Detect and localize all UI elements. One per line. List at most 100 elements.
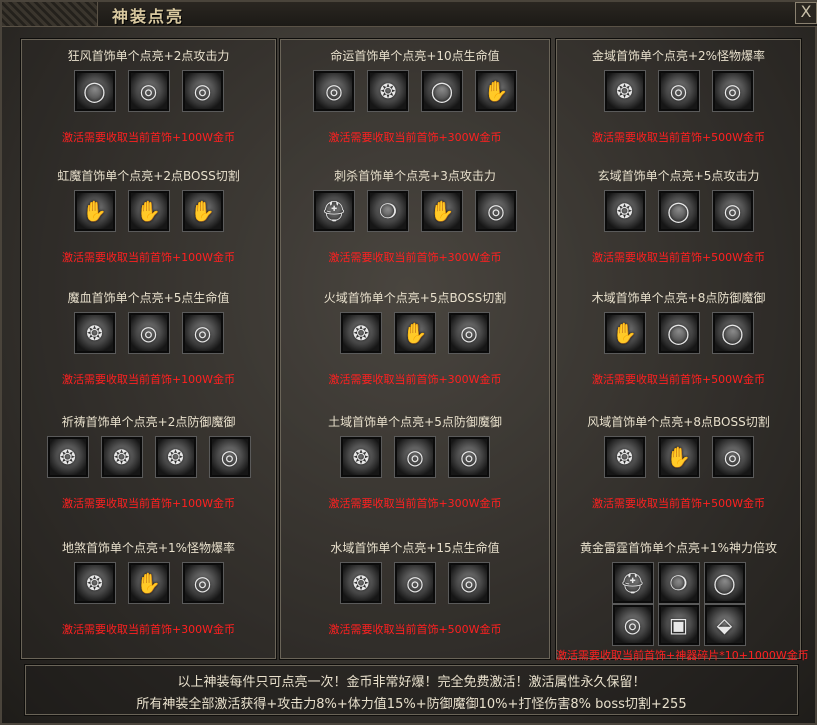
- activation-requirement: 激活需要收取当前首饰+500W金币: [591, 497, 766, 510]
- equipment-slot[interactable]: ❂: [341, 563, 381, 603]
- set-title: 水域首饰单个点亮+15点生命值: [330, 541, 500, 555]
- equipment-slot[interactable]: ◎: [712, 71, 753, 111]
- equipment-slot[interactable]: ❂: [604, 437, 645, 477]
- equipment-slot[interactable]: ⬙: [704, 605, 745, 645]
- equipment-slot[interactable]: ◎: [712, 191, 753, 231]
- icon-row: ❂ ✋ ◎: [556, 437, 801, 477]
- equipment-slot[interactable]: ❂: [604, 71, 645, 111]
- bracelet-icon: ◯: [667, 199, 690, 223]
- equipment-slot[interactable]: ◎: [712, 437, 753, 477]
- equipment-slot[interactable]: ◯: [74, 71, 115, 111]
- equipment-slot[interactable]: ◎: [395, 563, 435, 603]
- title-bar: 神装点亮 X: [2, 2, 817, 27]
- activation-requirement: 激活需要收取当前首饰+100W金币: [61, 497, 236, 510]
- icon-row: ❂ ✋ ◎: [280, 313, 550, 353]
- equipment-slot[interactable]: ◯: [658, 191, 699, 231]
- title-ornament: [2, 2, 98, 26]
- amulet-icon: ❂: [86, 321, 103, 345]
- icon-row: ❂ ✋ ◎: [21, 563, 276, 603]
- activation-requirement: 激活需要收取当前首饰+100W金币: [61, 131, 236, 144]
- activation-requirement: 激活需要收取当前首饰+300W金币: [328, 131, 502, 144]
- activation-requirement: 激活需要收取当前首饰+300W金币: [328, 497, 502, 510]
- equipment-slot[interactable]: ✋: [74, 191, 115, 231]
- equipment-slot[interactable]: ◎: [395, 437, 435, 477]
- equipment-slot[interactable]: ❂: [74, 563, 115, 603]
- equipment-slot[interactable]: ◯: [704, 563, 745, 603]
- equipment-slot[interactable]: ❍: [658, 563, 699, 603]
- equipment-slot[interactable]: ✋: [476, 71, 516, 111]
- footer-line-1: 以上神装每件只可点亮一次！金币非常好爆！完全免费激活！激活属性永久保留！: [177, 675, 646, 690]
- equipment-slot[interactable]: ✋: [182, 191, 223, 231]
- set-group: 祈祷首饰单个点亮+2点防御魔御 ❂ ❂ ❂ ◎ 激活需要收取当前首饰+100W金币: [21, 413, 276, 513]
- ring-icon: ◎: [139, 79, 158, 103]
- equipment-slot[interactable]: ◯: [658, 313, 699, 353]
- necklace-icon: ❍: [669, 571, 688, 595]
- activation-requirement: 激活需要收取当前首饰+300W金币: [61, 623, 236, 636]
- equipment-slot[interactable]: ✋: [128, 191, 169, 231]
- equipment-slot[interactable]: ◎: [128, 71, 169, 111]
- footer-panel: 以上神装每件只可点亮一次！金币非常好爆！完全免费激活！激活属性永久保留！ 所有神…: [24, 664, 799, 716]
- equipment-slot[interactable]: ⛑: [612, 563, 653, 603]
- ring-icon: ◎: [139, 321, 158, 345]
- ring-icon: ◎: [487, 199, 505, 223]
- equipment-slot[interactable]: ✋: [658, 437, 699, 477]
- equipment-slot[interactable]: ◎: [314, 71, 354, 111]
- equipment-slot[interactable]: ▣: [658, 605, 699, 645]
- gauntlet-icon: ✋: [666, 445, 691, 469]
- equipment-slot[interactable]: ◯: [712, 313, 753, 353]
- close-button[interactable]: X: [795, 2, 817, 24]
- equipment-slot[interactable]: ◎: [612, 605, 653, 645]
- bracelet-icon: ◯: [83, 79, 106, 103]
- equipment-slot[interactable]: ❂: [341, 313, 381, 353]
- icon-row: ✋ ✋ ✋: [21, 191, 276, 231]
- ring-icon: ◎: [460, 445, 478, 469]
- set-group: 虹魔首饰单个点亮+2点BOSS切割 ✋ ✋ ✋ 激活需要收取当前首饰+100W金币: [21, 167, 276, 267]
- ring-icon: ◎: [193, 321, 212, 345]
- set-group: 黄金雷霆首饰单个点亮+1%神力倍攻 ⛑ ❍ ◯ ◎ ▣ ⬙ 激活需要收取当前首饰+神器碎片*1…: [556, 539, 809, 669]
- necklace-icon: ❍: [379, 199, 397, 223]
- icon-row: ⛑ ❍ ✋ ◎: [280, 191, 550, 231]
- equipment-slot[interactable]: ◎: [658, 71, 699, 111]
- equipment-slot[interactable]: ❂: [101, 437, 142, 477]
- equipment-slot[interactable]: ◎: [182, 313, 223, 353]
- equipment-slot[interactable]: ✋: [422, 191, 462, 231]
- set-title: 狂风首饰单个点亮+2点攻击力: [67, 49, 230, 63]
- activation-requirement: 激活需要收取当前首饰+100W金币: [61, 251, 236, 264]
- window-title: 神装点亮: [112, 7, 185, 26]
- equipment-slot[interactable]: ⛑: [314, 191, 354, 231]
- equipment-slot[interactable]: ◯: [422, 71, 462, 111]
- equipment-slot[interactable]: ◎: [209, 437, 250, 477]
- equipment-slot[interactable]: ✋: [128, 563, 169, 603]
- equipment-slot[interactable]: ◎: [182, 71, 223, 111]
- gauntlet-icon: ✋: [483, 79, 509, 103]
- activation-requirement: 激活需要收取当前首饰+500W金币: [591, 131, 766, 144]
- equipment-slot[interactable]: ❂: [155, 437, 196, 477]
- equipment-slot[interactable]: ❂: [368, 71, 408, 111]
- icon-row: ◯ ◎ ◎: [21, 71, 276, 111]
- set-title: 土域首饰单个点亮+5点防御魔御: [328, 415, 502, 429]
- equipment-slot[interactable]: ✋: [395, 313, 435, 353]
- equipment-slot[interactable]: ❂: [74, 313, 115, 353]
- equipment-slot[interactable]: ◎: [128, 313, 169, 353]
- set-group: 刺杀首饰单个点亮+3点攻击力 ⛑ ❍ ✋ ◎ 激活需要收取当前首饰+300W金币: [280, 167, 550, 267]
- equipment-slot[interactable]: ❍: [368, 191, 408, 231]
- equipment-slot[interactable]: ✋: [604, 313, 645, 353]
- helmet-icon: ⛑: [619, 571, 646, 595]
- activation-requirement: 激活需要收取当前首饰+500W金币: [591, 251, 766, 264]
- ring-icon: ◎: [325, 79, 343, 103]
- equipment-slot[interactable]: ❂: [47, 437, 88, 477]
- equipment-slot[interactable]: ◎: [449, 437, 489, 477]
- gauntlet-icon: ✋: [136, 199, 161, 223]
- equipment-slot[interactable]: ❂: [341, 437, 381, 477]
- gauntlet-icon: ✋: [402, 321, 428, 345]
- equipment-slot[interactable]: ◎: [182, 563, 223, 603]
- icon-row: ❂ ◎ ◎: [280, 437, 550, 477]
- equipment-slot[interactable]: ◎: [476, 191, 516, 231]
- equipment-slot[interactable]: ❂: [604, 191, 645, 231]
- amulet-icon: ❂: [167, 445, 184, 469]
- equipment-slot[interactable]: ◎: [449, 313, 489, 353]
- footer-line-2: 所有神装全部激活获得+攻击力8%+体力值15%+防御魔御10%+打怪伤害8% b…: [136, 697, 687, 712]
- equipment-slot[interactable]: ◎: [449, 563, 489, 603]
- helmet-icon: ⛑: [321, 199, 347, 223]
- icon-row: ⛑ ❍ ◯: [556, 563, 801, 603]
